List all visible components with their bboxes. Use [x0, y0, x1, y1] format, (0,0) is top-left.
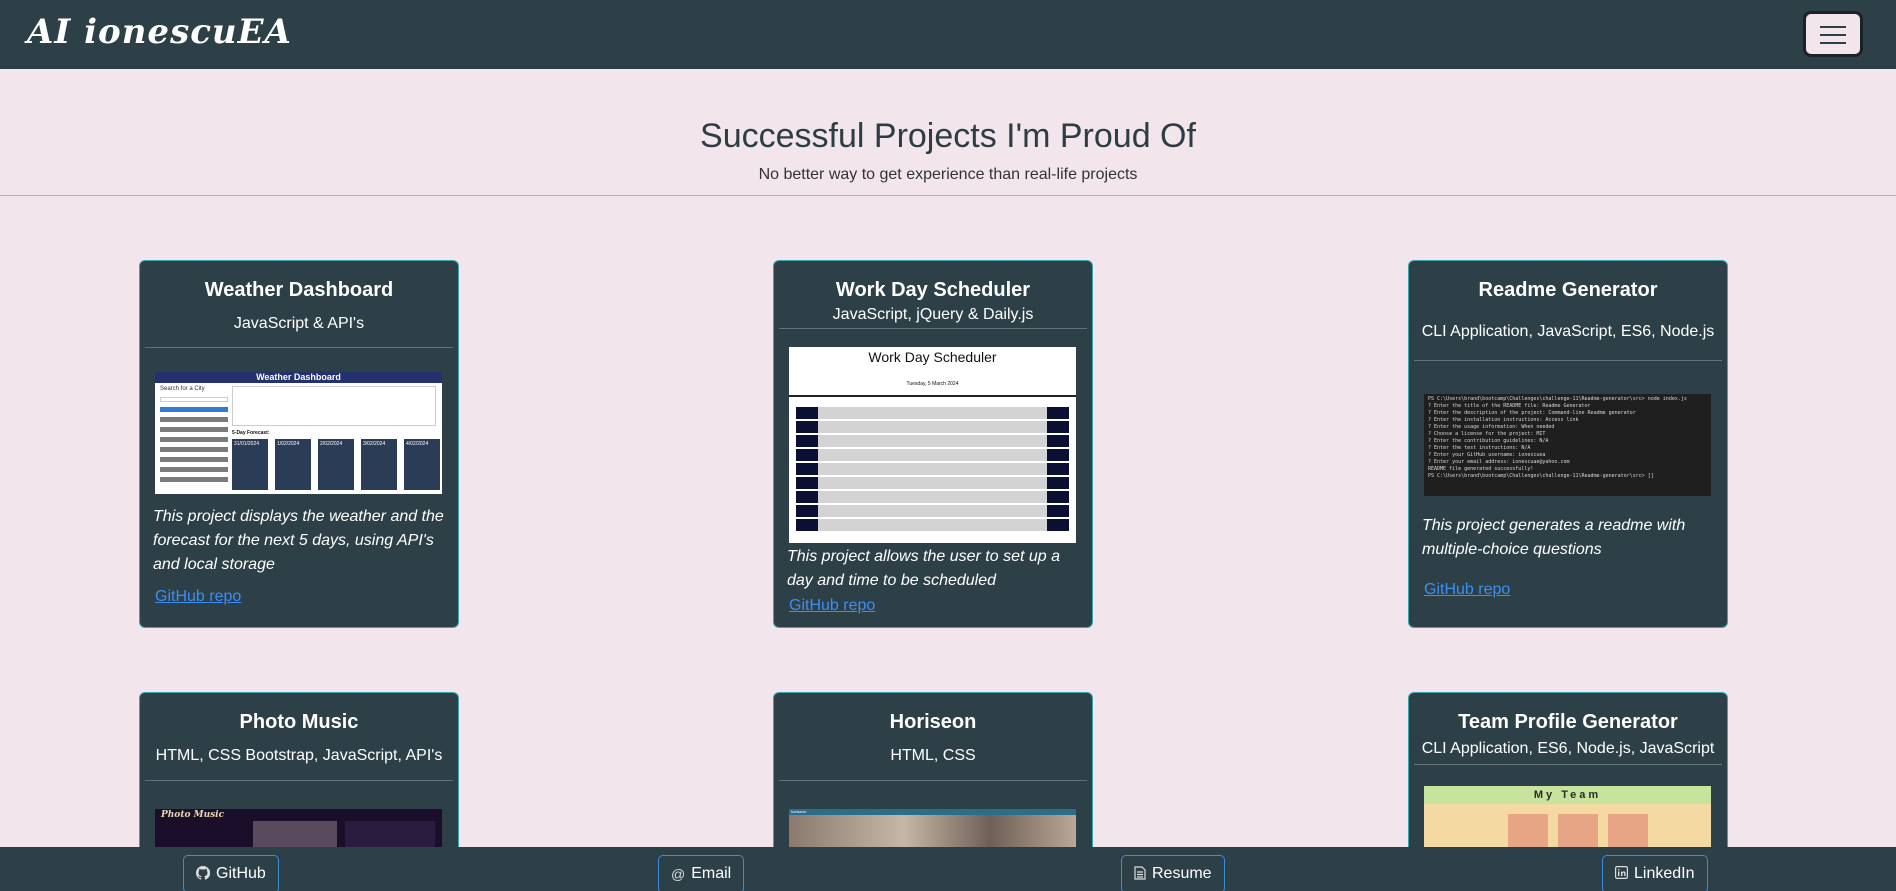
thumb-hour-row [796, 449, 1069, 461]
thumb-city: London (31/01/2024) [236, 390, 304, 397]
project-description: This project allows the user to set up a… [787, 548, 1061, 589]
thumb-date: Tuesday, 5 March 2024 [906, 381, 959, 387]
email-button[interactable]: @ Email [658, 855, 745, 891]
thumb-hour-row [796, 463, 1069, 475]
terminal-line: ? Enter the installation instructions: A… [1428, 417, 1579, 423]
terminal-line: PS C:\Users\brand\bootcamp\Challenges\ch… [1428, 473, 1654, 479]
hero-section: Successful Projects I'm Proud Of No bett… [0, 69, 1896, 196]
thumb-header: Work Day Scheduler [868, 349, 997, 365]
terminal-line: ? Choose a license for the project: MIT [1428, 431, 1546, 437]
terminal-line: ? Enter the description of the project: … [1428, 410, 1636, 416]
project-tech: JavaScript & API's [233, 315, 365, 332]
thumb-hour-row [796, 421, 1069, 433]
github-label: GitHub [216, 865, 266, 882]
thumb-search-box [160, 397, 228, 402]
thumb-search-btn [160, 407, 228, 412]
project-title: Team Profile Generator [1458, 711, 1678, 733]
project-tech: JavaScript, jQuery & Daily.js [832, 306, 1034, 323]
divider [1414, 360, 1722, 361]
project-title: Photo Music [239, 711, 359, 733]
project-screenshot[interactable]: Weather Dashboard Search for a City Lond… [155, 372, 442, 494]
thumb-search-label: Search for a City [160, 386, 205, 392]
thumb-history-item [160, 447, 228, 452]
terminal-line: ? Enter the usage information: When need… [1428, 424, 1555, 430]
thumb-header: Weather Dashboard [155, 372, 442, 383]
thumb-forecast-label: 5-Day Forecast: [232, 430, 270, 436]
github-repo-link[interactable]: GitHub repo [155, 588, 241, 606]
terminal-line: ? Enter the test instructions: N/A [1428, 445, 1531, 451]
resume-button[interactable]: Resume [1121, 855, 1225, 891]
menu-toggle-button[interactable] [1803, 11, 1863, 57]
terminal-line: ? Enter the title of the README file: Re… [1428, 403, 1591, 409]
thumb-divider [789, 395, 1076, 397]
divider [779, 328, 1087, 329]
thumb-sidebar: Search for a City [160, 386, 228, 487]
footer-bar: GitHub @ Email Resume LinkedIn [0, 847, 1896, 891]
thumb-history-item [160, 427, 228, 432]
project-title: Weather Dashboard [204, 279, 394, 301]
project-screenshot[interactable]: PS C:\Users\brand\bootcamp\Challenges\ch… [1424, 394, 1711, 496]
thumb-forecast-day: 1/02/2024 [275, 439, 311, 490]
project-tech: CLI Application, JavaScript, ES6, Node.j… [1421, 323, 1715, 340]
thumb-history-item [160, 437, 228, 442]
divider [779, 780, 1087, 781]
project-tech: HTML, CSS [890, 747, 976, 764]
thumb-history-item [160, 457, 228, 462]
terminal-line: ? Enter the contribution guidelines: N/A [1428, 438, 1549, 444]
thumb-header: My Team [1424, 786, 1711, 804]
thumb-hour-row [796, 435, 1069, 447]
thumb-hour-row [796, 505, 1069, 517]
project-tech: HTML, CSS Bootstrap, JavaScript, API's [155, 747, 443, 764]
linkedin-label: LinkedIn [1634, 865, 1695, 882]
linkedin-button[interactable]: LinkedIn [1602, 855, 1708, 891]
thumb-forecast-day: 3/02/2024 [361, 439, 397, 490]
thumb-hour-row [796, 407, 1069, 419]
thumb-forecast-day: 4/02/2024 [404, 439, 440, 490]
divider [145, 780, 453, 781]
page-subtitle: No better way to get experience than rea… [758, 166, 1138, 183]
divider [1414, 764, 1722, 765]
brand-logo[interactable]: AI ionescuEA [27, 12, 292, 52]
thumb-history-item [160, 477, 228, 482]
resume-label: Resume [1152, 865, 1212, 882]
hamburger-icon-bar [1820, 42, 1846, 44]
github-button[interactable]: GitHub [183, 855, 279, 891]
navbar: AI ionescuEA [0, 0, 1896, 69]
project-title: Work Day Scheduler [835, 279, 1031, 301]
project-card-weather: Weather Dashboard JavaScript & API's Wea… [139, 260, 459, 628]
project-card-scheduler: Work Day Scheduler JavaScript, jQuery & … [773, 260, 1093, 628]
github-repo-link[interactable]: GitHub repo [1424, 581, 1510, 599]
project-title: Readme Generator [1478, 279, 1658, 301]
terminal-line: README file generated successfully! [1428, 466, 1534, 472]
project-title: Horiseon [889, 711, 977, 733]
thumb-hour-row [796, 491, 1069, 503]
hamburger-icon-bar [1820, 34, 1846, 36]
terminal-line: ? Enter your email address: ionescuae@ya… [1428, 459, 1570, 465]
project-screenshot[interactable]: Work Day Scheduler Tuesday, 5 March 2024 [789, 347, 1076, 543]
github-icon [195, 865, 211, 883]
page-title: Successful Projects I'm Proud Of [700, 117, 1196, 155]
thumb-history-item [160, 467, 228, 472]
project-description: This project displays the weather and th… [153, 508, 444, 573]
thumb-current: London (31/01/2024) [232, 386, 436, 426]
hamburger-icon [1820, 26, 1846, 28]
thumb-forecast-day: 31/01/2024 [232, 439, 268, 490]
at-icon: @ [671, 866, 686, 882]
thumb-hour-row [796, 477, 1069, 489]
thumb-header: Photo Music [161, 810, 225, 820]
project-card-readme: Readme Generator CLI Application, JavaSc… [1408, 260, 1728, 628]
document-icon [1134, 865, 1146, 883]
divider [145, 347, 453, 348]
project-description: This project generates a readme with mul… [1422, 517, 1686, 558]
email-label: Email [691, 865, 732, 882]
thumb-hour-row [796, 519, 1069, 531]
linkedin-icon [1615, 866, 1629, 882]
terminal-line: PS C:\Users\brand\bootcamp\Challenges\ch… [1428, 396, 1687, 402]
terminal-line: ? Enter your GitHub username: ionescuea [1428, 452, 1546, 458]
github-repo-link[interactable]: GitHub repo [789, 597, 875, 615]
thumb-history-item [160, 417, 228, 422]
thumb-forecast-day: 2/02/2024 [318, 439, 354, 490]
project-screenshot[interactable]: My Team [1424, 786, 1711, 856]
project-tech: CLI Application, ES6, Node.js, JavaScrip… [1421, 740, 1715, 757]
